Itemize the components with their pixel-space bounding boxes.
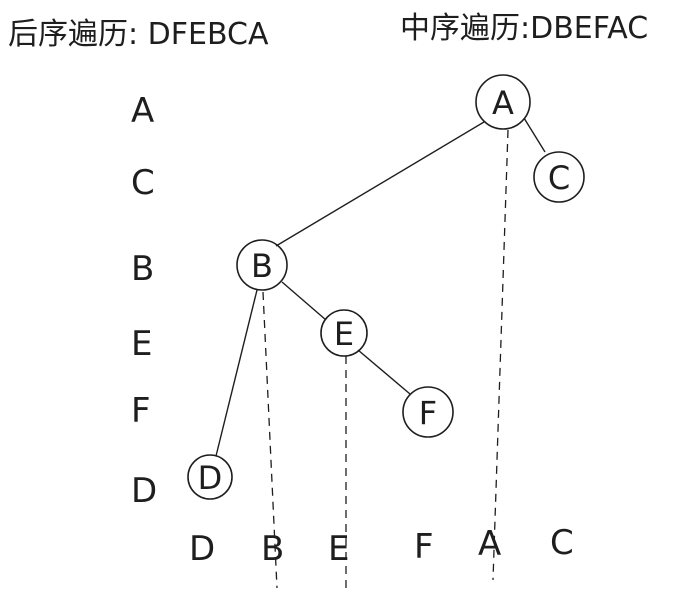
tree-node-c: C — [533, 151, 585, 203]
guide-lines — [262, 129, 509, 589]
tree-node-e: E — [320, 309, 368, 357]
tree-reconstruction-diagram: 后序遍历: DFEBCA 中序遍历:DBEFAC A C B E F D A C… — [8, 11, 648, 589]
inorder-letter: C — [550, 523, 574, 563]
tree-node-d: D — [187, 454, 233, 500]
inorder-row: D B E F A C — [189, 523, 574, 569]
inorder-letter: B — [261, 529, 284, 569]
node-label-b: B — [251, 247, 273, 285]
node-label-c: C — [548, 159, 570, 197]
node-label-a: A — [492, 84, 514, 122]
node-label-e: E — [334, 315, 354, 353]
tree-node-b: B — [236, 239, 288, 291]
postorder-rev-letter: A — [131, 91, 154, 131]
postorder-rev-letter: C — [131, 163, 155, 203]
postorder-header: 后序遍历: DFEBCA — [8, 17, 269, 52]
inorder-header: 中序遍历:DBEFAC — [400, 11, 648, 46]
inorder-letter: A — [478, 524, 501, 564]
postorder-rev-letter: D — [131, 471, 157, 511]
postorder-rev-letter: B — [131, 249, 154, 289]
tree-node-a: A — [475, 74, 531, 130]
inorder-letter: D — [189, 529, 215, 569]
tree-nodes: A C B E F D — [187, 74, 585, 500]
edge-b-d — [215, 289, 258, 457]
tree-node-f: F — [402, 386, 454, 438]
postorder-reversed-column: A C B E F D — [131, 91, 157, 511]
edge-e-f — [357, 349, 411, 395]
edge-a-b — [275, 121, 485, 247]
postorder-rev-letter: F — [131, 391, 151, 431]
inorder-letter: E — [328, 529, 349, 569]
edge-a-c — [523, 117, 546, 153]
node-label-d: D — [198, 459, 223, 497]
inorder-letter: F — [414, 527, 434, 567]
tree-edges — [215, 117, 546, 457]
postorder-rev-letter: E — [131, 324, 152, 364]
guide-line-a — [492, 129, 509, 581]
node-label-f: F — [419, 394, 437, 432]
edge-b-e — [281, 281, 327, 321]
